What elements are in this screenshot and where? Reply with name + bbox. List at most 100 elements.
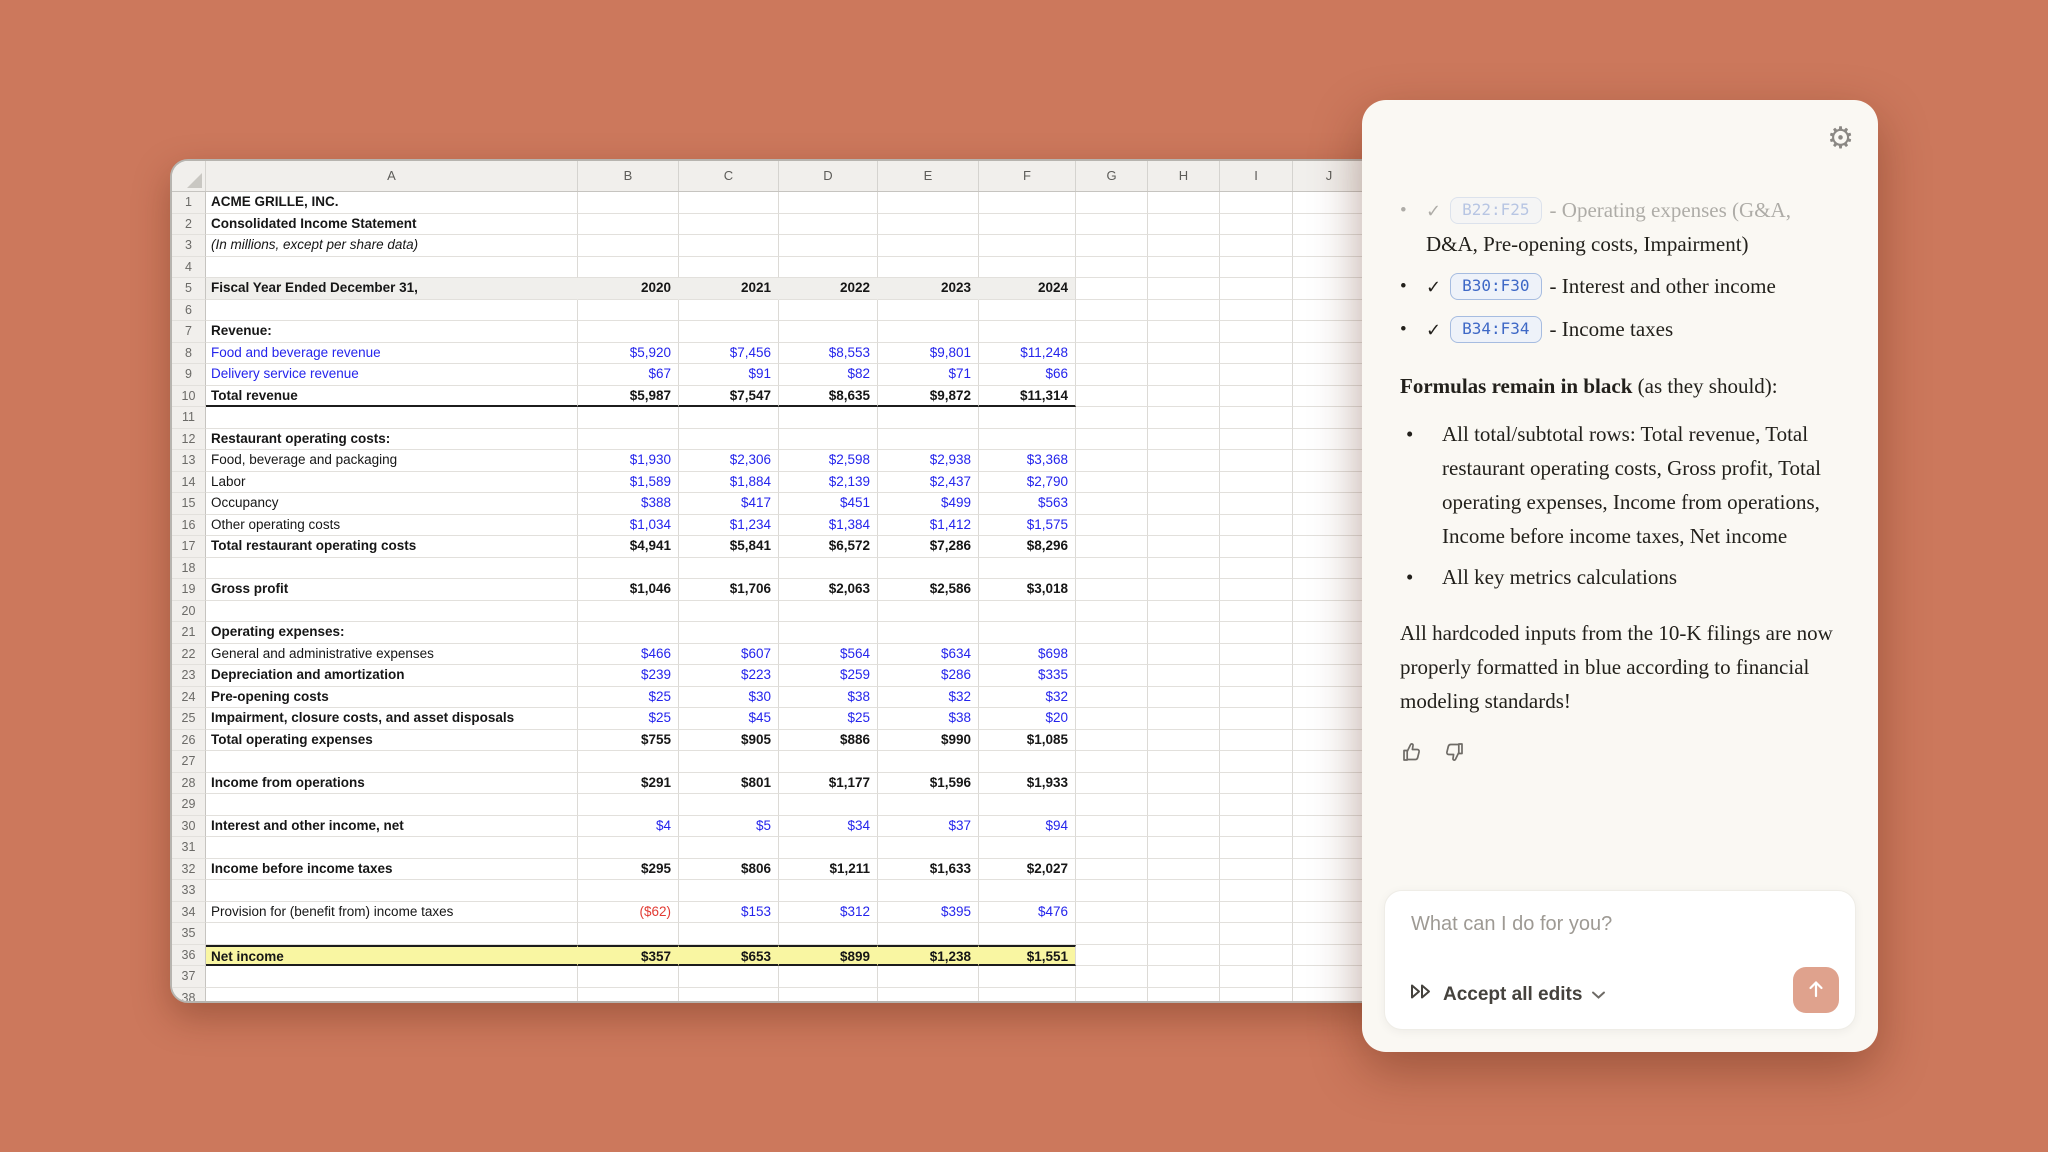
cell-C28[interactable]: $801 — [679, 773, 779, 795]
cell-A28[interactable]: Income from operations — [206, 773, 578, 795]
cell-J25[interactable] — [1293, 708, 1366, 730]
cell-E20[interactable] — [878, 601, 979, 623]
cell-J27[interactable] — [1293, 751, 1366, 773]
cell-A32[interactable]: Income before income taxes — [206, 859, 578, 881]
cell-C33[interactable] — [679, 880, 779, 902]
cell-F27[interactable] — [979, 751, 1076, 773]
cell-D16[interactable]: $1,384 — [779, 515, 878, 537]
cell-D5[interactable]: 2022 — [779, 278, 878, 300]
cell-J16[interactable] — [1293, 515, 1366, 537]
cell-J38[interactable] — [1293, 988, 1366, 1004]
cell-E16[interactable]: $1,412 — [878, 515, 979, 537]
cell-F10[interactable]: $11,314 — [979, 386, 1076, 408]
cell-I13[interactable] — [1220, 450, 1293, 472]
cell-B10[interactable]: $5,987 — [578, 386, 679, 408]
cell-F9[interactable]: $66 — [979, 364, 1076, 386]
cell-B15[interactable]: $388 — [578, 493, 679, 515]
cell-D26[interactable]: $886 — [779, 730, 878, 752]
row-header-27[interactable]: 27 — [172, 751, 206, 773]
cell-C7[interactable] — [679, 321, 779, 343]
cell-E37[interactable] — [878, 966, 979, 988]
cell-G6[interactable] — [1076, 300, 1148, 322]
cell-G25[interactable] — [1076, 708, 1148, 730]
cell-D4[interactable] — [779, 257, 878, 279]
column-header-I[interactable]: I — [1220, 161, 1293, 191]
cell-C37[interactable] — [679, 966, 779, 988]
row-header-28[interactable]: 28 — [172, 773, 206, 795]
row-header-7[interactable]: 7 — [172, 321, 206, 343]
row-header-21[interactable]: 21 — [172, 622, 206, 644]
cell-F24[interactable]: $32 — [979, 687, 1076, 709]
cell-C4[interactable] — [679, 257, 779, 279]
row-header-32[interactable]: 32 — [172, 859, 206, 881]
cell-B30[interactable]: $4 — [578, 816, 679, 838]
cell-J6[interactable] — [1293, 300, 1366, 322]
cell-C22[interactable]: $607 — [679, 644, 779, 666]
cell-range-chip[interactable]: B34:F34 — [1450, 316, 1541, 343]
cell-D12[interactable] — [779, 429, 878, 451]
cell-G2[interactable] — [1076, 214, 1148, 236]
cell-J28[interactable] — [1293, 773, 1366, 795]
cell-C14[interactable]: $1,884 — [679, 472, 779, 494]
cell-A7[interactable]: Revenue: — [206, 321, 578, 343]
cell-E19[interactable]: $2,586 — [878, 579, 979, 601]
row-header-29[interactable]: 29 — [172, 794, 206, 816]
cell-F13[interactable]: $3,368 — [979, 450, 1076, 472]
cell-A14[interactable]: Labor — [206, 472, 578, 494]
cell-G35[interactable] — [1076, 923, 1148, 945]
cell-J9[interactable] — [1293, 364, 1366, 386]
cell-D34[interactable]: $312 — [779, 902, 878, 924]
cell-H2[interactable] — [1148, 214, 1220, 236]
cell-E18[interactable] — [878, 558, 979, 580]
row-header-4[interactable]: 4 — [172, 257, 206, 279]
cell-H33[interactable] — [1148, 880, 1220, 902]
row-header-26[interactable]: 26 — [172, 730, 206, 752]
cell-H25[interactable] — [1148, 708, 1220, 730]
cell-F7[interactable] — [979, 321, 1076, 343]
cell-B12[interactable] — [578, 429, 679, 451]
cell-D30[interactable]: $34 — [779, 816, 878, 838]
cell-H28[interactable] — [1148, 773, 1220, 795]
cell-J23[interactable] — [1293, 665, 1366, 687]
row-header-10[interactable]: 10 — [172, 386, 206, 408]
cell-H32[interactable] — [1148, 859, 1220, 881]
cell-B1[interactable] — [578, 192, 679, 214]
cell-B22[interactable]: $466 — [578, 644, 679, 666]
column-header-J[interactable]: J — [1293, 161, 1366, 191]
cell-D37[interactable] — [779, 966, 878, 988]
cell-H36[interactable] — [1148, 945, 1220, 967]
cell-E28[interactable]: $1,596 — [878, 773, 979, 795]
cell-B19[interactable]: $1,046 — [578, 579, 679, 601]
cell-G3[interactable] — [1076, 235, 1148, 257]
cell-B18[interactable] — [578, 558, 679, 580]
cell-D20[interactable] — [779, 601, 878, 623]
thumbs-down-icon[interactable] — [1442, 740, 1466, 769]
cell-F5[interactable]: 2024 — [979, 278, 1076, 300]
cell-E21[interactable] — [878, 622, 979, 644]
cell-G19[interactable] — [1076, 579, 1148, 601]
cell-J3[interactable] — [1293, 235, 1366, 257]
cell-I5[interactable] — [1220, 278, 1293, 300]
cell-B25[interactable]: $25 — [578, 708, 679, 730]
cell-A36[interactable]: Net income — [206, 945, 578, 967]
cell-I31[interactable] — [1220, 837, 1293, 859]
cell-J35[interactable] — [1293, 923, 1366, 945]
cell-D9[interactable]: $82 — [779, 364, 878, 386]
cell-H34[interactable] — [1148, 902, 1220, 924]
cell-A27[interactable] — [206, 751, 578, 773]
cell-A8[interactable]: Food and beverage revenue — [206, 343, 578, 365]
cell-J33[interactable] — [1293, 880, 1366, 902]
cell-B23[interactable]: $239 — [578, 665, 679, 687]
cell-I29[interactable] — [1220, 794, 1293, 816]
row-header-1[interactable]: 1 — [172, 192, 206, 214]
cell-G36[interactable] — [1076, 945, 1148, 967]
row-header-8[interactable]: 8 — [172, 343, 206, 365]
cell-C25[interactable]: $45 — [679, 708, 779, 730]
cell-E26[interactable]: $990 — [878, 730, 979, 752]
cell-I35[interactable] — [1220, 923, 1293, 945]
cell-B2[interactable] — [578, 214, 679, 236]
cell-E31[interactable] — [878, 837, 979, 859]
cell-D28[interactable]: $1,177 — [779, 773, 878, 795]
cell-H31[interactable] — [1148, 837, 1220, 859]
cell-E33[interactable] — [878, 880, 979, 902]
